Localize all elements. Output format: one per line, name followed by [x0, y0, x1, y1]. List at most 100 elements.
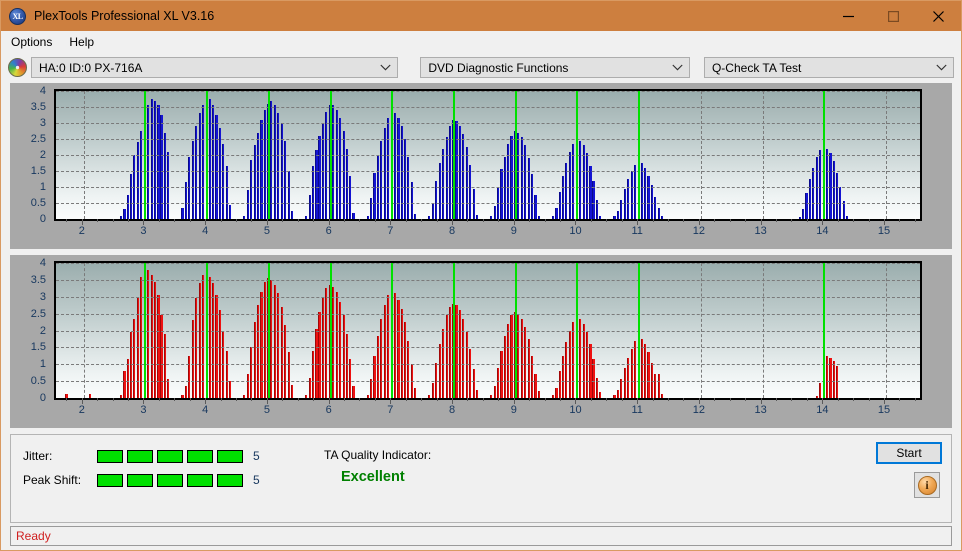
chart-bar: [228, 204, 232, 219]
chart-bar: [393, 293, 396, 398]
menu-item-options[interactable]: Options: [8, 33, 60, 51]
function-select[interactable]: DVD Diagnostic Functions: [420, 57, 690, 78]
chart-bar: [818, 150, 822, 219]
chart-bar: [589, 344, 592, 398]
x-axis-tick-label: 4: [202, 225, 209, 237]
x-axis-tick: [313, 398, 315, 401]
chart-bar: [126, 359, 129, 398]
chart-bar: [644, 344, 647, 398]
chart-bar: [153, 100, 156, 219]
x-axis-tick: [112, 398, 114, 401]
chart-bar: [472, 188, 475, 219]
maximize-icon[interactable]: [871, 1, 916, 31]
minimize-icon[interactable]: [826, 1, 871, 31]
x-axis-tick: [236, 219, 238, 222]
chart-bar: [565, 342, 568, 398]
chart-bar: [201, 274, 204, 398]
x-axis-tick: [405, 219, 407, 222]
chart-marker-line: [638, 263, 641, 398]
x-axis-tick: [791, 219, 793, 222]
info-button[interactable]: i: [914, 472, 940, 498]
chart-bar: [644, 167, 647, 219]
gauge-block: [217, 473, 243, 487]
chart-bar: [277, 293, 280, 398]
y-axis-tick-label: 4: [39, 257, 46, 269]
chart-bar: [475, 389, 478, 398]
chart-bar: [201, 105, 204, 219]
x-axis-tick: [467, 219, 469, 222]
chart-bar: [448, 126, 451, 219]
chart-marker-line: [514, 263, 517, 398]
x-axis-tick: [621, 219, 623, 222]
x-axis-tick-label: 14: [816, 225, 829, 237]
jitter-chart-y-axis: 0 0.5 1 1.5 2 2.5 3 3.5 4: [10, 85, 50, 225]
y-axis-tick-label: 3.5: [30, 101, 46, 113]
chart-bar: [407, 156, 410, 219]
chart-bar: [411, 182, 414, 219]
chart-bar: [651, 362, 654, 398]
chart-bar: [630, 349, 633, 398]
chart-marker-line: [206, 91, 209, 219]
chart-marker-line: [453, 91, 456, 219]
jitter-chart-x-axis: 2 3 4 5 6 7 8 9 10 11 12 13 14 15: [54, 225, 922, 245]
chart-bar: [414, 387, 417, 398]
chart-bar: [335, 110, 338, 219]
x-axis-tick: [436, 219, 438, 222]
chart-bar: [342, 315, 345, 398]
y-axis-tick-label: 1: [39, 181, 46, 193]
chart-bar: [383, 305, 386, 398]
menu-item-help[interactable]: Help: [66, 33, 102, 51]
peak-shift-chart-x-ticks: [54, 398, 922, 404]
chart-bar: [555, 387, 558, 398]
x-axis-tick-label: 11: [631, 225, 643, 237]
x-axis-tick: [374, 219, 376, 222]
window-controls: [826, 1, 961, 31]
x-axis-tick: [668, 398, 670, 401]
x-axis-tick: [189, 219, 191, 222]
x-axis-tick: [868, 398, 870, 401]
test-select[interactable]: Q-Check TA Test: [703, 57, 954, 78]
x-axis-tick: [359, 398, 361, 401]
chart-bar: [318, 311, 321, 398]
chart-bar: [311, 350, 314, 398]
chart-bar: [380, 140, 383, 219]
chart-bar: [325, 288, 328, 398]
chart-bar: [338, 118, 341, 219]
chart-bar: [825, 355, 828, 398]
chart-bar: [537, 391, 540, 398]
ta-quality-indicator-value: Excellent: [341, 469, 405, 485]
chart-bar: [469, 349, 472, 398]
chart-bar: [562, 175, 565, 219]
chart-bar: [836, 172, 839, 219]
peak-shift-chart-plot-area: [54, 261, 922, 400]
chart-bar: [812, 167, 815, 219]
chart-bar: [496, 367, 499, 398]
x-axis-tick: [251, 219, 253, 222]
menu-bar: Options Help: [1, 31, 961, 52]
x-axis-tick: [652, 219, 654, 222]
chart-bar: [397, 118, 400, 219]
x-axis-tick: [297, 219, 299, 222]
chart-bar: [146, 269, 150, 398]
x-axis-tick: [359, 219, 361, 222]
x-axis-tick: [806, 398, 808, 401]
x-axis-tick: [590, 398, 592, 401]
chart-marker-line: [576, 263, 579, 398]
close-icon[interactable]: [916, 1, 961, 31]
x-axis-tick: [66, 219, 68, 222]
chart-marker-line: [638, 91, 641, 219]
x-axis-tick-label: 5: [263, 225, 270, 237]
chart-bar: [287, 171, 290, 219]
chart-bar: [318, 135, 321, 219]
x-axis-tick: [853, 398, 855, 401]
start-button[interactable]: Start: [876, 442, 942, 464]
chart-bar: [459, 310, 462, 398]
drive-select[interactable]: HA:0 ID:0 PX-716A: [31, 57, 399, 78]
chart-bar: [308, 195, 311, 219]
x-axis-tick: [914, 219, 916, 222]
chart-bar: [805, 193, 808, 219]
chart-bar: [393, 113, 396, 219]
chart-bar: [283, 140, 287, 219]
results-panel: Jitter: 5 Peak Shift: 5 TA Quality Indic…: [10, 434, 952, 523]
chart-bar: [534, 374, 537, 398]
